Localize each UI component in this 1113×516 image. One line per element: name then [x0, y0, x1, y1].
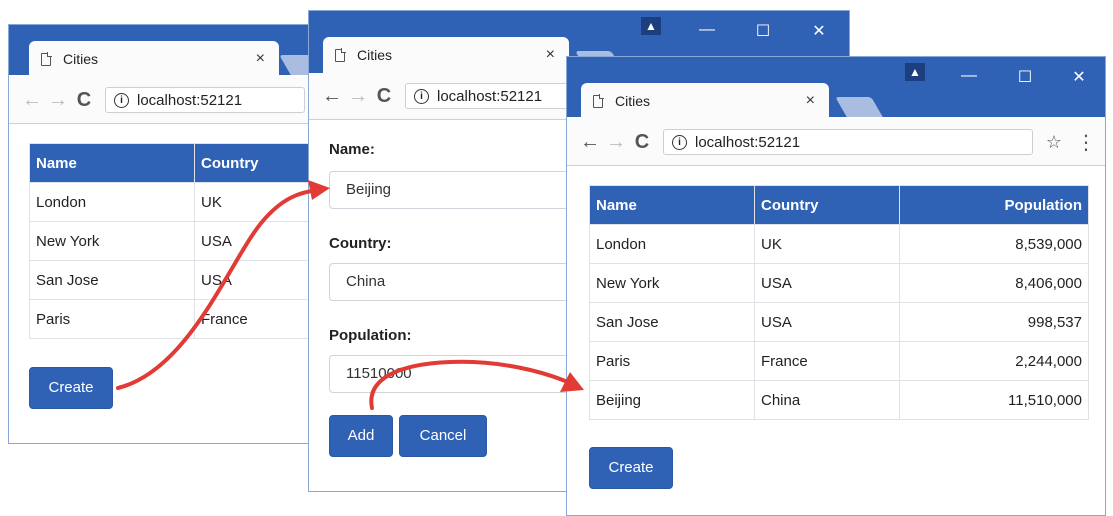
- table-header-row: Name Country: [29, 143, 337, 183]
- column-header-country: Country: [754, 185, 900, 225]
- forward-arrow-icon[interactable]: →: [45, 89, 71, 112]
- tab-cities[interactable]: Cities ×: [581, 83, 829, 119]
- cell-population: 998,537: [899, 302, 1089, 342]
- add-button[interactable]: Add: [329, 415, 393, 457]
- table-row: New York USA: [29, 221, 337, 261]
- cell-country: China: [754, 380, 900, 420]
- user-icon[interactable]: ▲: [905, 63, 925, 81]
- reload-icon[interactable]: C: [629, 131, 655, 154]
- name-field[interactable]: Beijing: [329, 171, 589, 209]
- cell-name: Paris: [29, 299, 195, 339]
- tab-cities[interactable]: Cities ×: [29, 41, 279, 77]
- tab-title: Cities: [357, 47, 393, 63]
- population-field[interactable]: 11510000: [329, 355, 589, 393]
- cell-name: Beijing: [589, 380, 755, 420]
- table-row: Paris France: [29, 299, 337, 339]
- create-button[interactable]: Create: [589, 447, 673, 489]
- cell-name: New York: [29, 221, 195, 261]
- table-row: Beijing China 11,510,000: [589, 380, 1089, 420]
- page-icon: [335, 47, 346, 62]
- info-icon[interactable]: i: [114, 92, 129, 108]
- cell-population: 8,406,000: [899, 263, 1089, 303]
- forward-arrow-icon[interactable]: →: [345, 85, 371, 108]
- cell-population: 11,510,000: [899, 380, 1089, 420]
- cell-population: 8,539,000: [899, 224, 1089, 264]
- back-arrow-icon[interactable]: ←: [19, 89, 45, 112]
- cities-table: Name Country London UK New York USA San …: [29, 143, 337, 339]
- column-header-name: Name: [589, 185, 755, 225]
- url-text: localhost:52121: [437, 87, 543, 105]
- cell-name: London: [589, 224, 755, 264]
- address-bar[interactable]: i localhost:52121: [105, 87, 305, 113]
- cell-population: 2,244,000: [899, 341, 1089, 381]
- close-icon[interactable]: ✕: [807, 21, 831, 41]
- cell-country: USA: [754, 302, 900, 342]
- maximize-icon[interactable]: ☐: [751, 21, 775, 41]
- back-arrow-icon[interactable]: ←: [577, 131, 603, 154]
- close-icon[interactable]: ✕: [1067, 67, 1091, 87]
- minimize-icon[interactable]: —: [695, 21, 719, 39]
- cell-name: London: [29, 182, 195, 222]
- tab-close-icon[interactable]: ×: [256, 50, 265, 68]
- back-arrow-icon[interactable]: ←: [319, 85, 345, 108]
- column-header-population: Population: [899, 185, 1089, 225]
- minimize-icon[interactable]: —: [957, 67, 981, 85]
- cell-name: San Jose: [29, 260, 195, 300]
- tab-cities[interactable]: Cities ×: [323, 37, 569, 73]
- cell-name: New York: [589, 263, 755, 303]
- country-label: Country:: [329, 235, 392, 252]
- create-button[interactable]: Create: [29, 367, 113, 409]
- tab-title: Cities: [615, 93, 651, 109]
- address-bar[interactable]: i localhost:52121: [663, 129, 1033, 155]
- cancel-button[interactable]: Cancel: [399, 415, 487, 457]
- table-row: London UK: [29, 182, 337, 222]
- cell-country: UK: [754, 224, 900, 264]
- nav-bar: ← → C i localhost:52121: [9, 77, 337, 124]
- cell-name: San Jose: [589, 302, 755, 342]
- cell-country: USA: [754, 263, 900, 303]
- url-text: localhost:52121: [695, 133, 801, 151]
- maximize-icon[interactable]: ☐: [1013, 67, 1037, 87]
- forward-arrow-icon[interactable]: →: [603, 131, 629, 154]
- reload-icon[interactable]: C: [71, 89, 97, 112]
- table-header-row: Name Country Population: [589, 185, 1089, 225]
- cities-table: Name Country Population London UK 8,539,…: [589, 185, 1089, 420]
- table-row: New York USA 8,406,000: [589, 263, 1089, 303]
- bookmark-star-icon[interactable]: ☆: [1041, 132, 1067, 153]
- table-row: London UK 8,539,000: [589, 224, 1089, 264]
- left-browser-window: Cities × ← → C i localhost:52121 Name Co…: [8, 24, 338, 444]
- page-icon: [593, 93, 604, 108]
- user-icon[interactable]: ▲: [641, 17, 661, 35]
- name-label: Name:: [329, 141, 375, 158]
- tab-close-icon[interactable]: ×: [546, 46, 555, 64]
- population-label: Population:: [329, 327, 412, 344]
- tab-close-icon[interactable]: ×: [806, 92, 815, 110]
- cell-country: France: [754, 341, 900, 381]
- table-row: San Jose USA: [29, 260, 337, 300]
- page-icon: [41, 51, 52, 66]
- url-text: localhost:52121: [137, 91, 243, 109]
- table-row: Paris France 2,244,000: [589, 341, 1089, 381]
- column-header-name: Name: [29, 143, 195, 183]
- info-icon[interactable]: i: [672, 134, 687, 150]
- reload-icon[interactable]: C: [371, 85, 397, 108]
- country-field[interactable]: China: [329, 263, 589, 301]
- nav-bar: ← → C i localhost:52121 ☆ ⋮: [567, 119, 1105, 166]
- table-row: San Jose USA 998,537: [589, 302, 1089, 342]
- menu-icon[interactable]: ⋮: [1073, 130, 1099, 155]
- tab-title: Cities: [63, 51, 99, 67]
- cell-name: Paris: [589, 341, 755, 381]
- info-icon[interactable]: i: [414, 88, 429, 104]
- right-browser-window: ▲ — ☐ ✕ Cities × ← → C i localhost:52121…: [566, 56, 1106, 516]
